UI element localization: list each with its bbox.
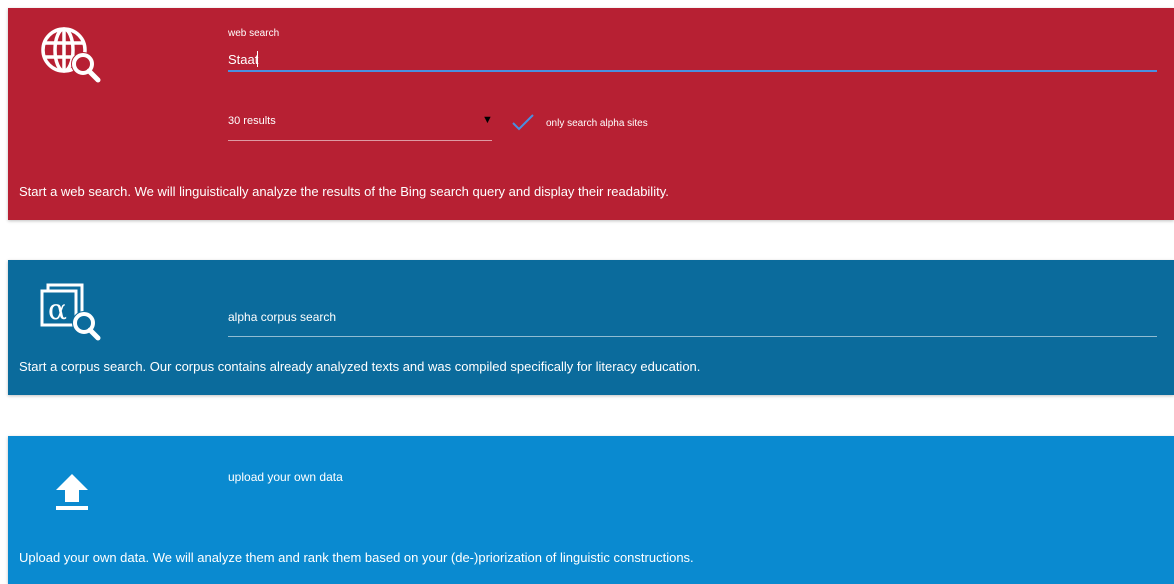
corpus-search-card: α alpha corpus search Start a corpus sea… — [8, 260, 1174, 395]
dropdown-arrow-icon: ▼ — [482, 114, 493, 126]
text-caret — [257, 51, 258, 67]
alpha-corpus-search-icon: α — [40, 283, 101, 341]
upload-own-data-button[interactable]: upload your own data — [228, 470, 343, 484]
results-count-select[interactable]: 30 results ▼ — [228, 111, 493, 141]
web-search-card: web search 30 results ▼ only search alph… — [8, 8, 1174, 220]
alpha-sites-checkbox[interactable] — [511, 112, 535, 132]
alpha-sites-label: only search alpha sites — [546, 118, 648, 129]
checkmark-icon — [512, 114, 534, 131]
corpus-search-description: Start a corpus search. Our corpus contai… — [19, 359, 701, 374]
web-search-input[interactable] — [228, 48, 1157, 72]
corpus-search-field[interactable]: alpha corpus search — [228, 305, 1157, 337]
corpus-search-label: alpha corpus search — [228, 310, 337, 324]
upload-description: Upload your own data. We will analyze th… — [19, 550, 694, 565]
web-search-description: Start a web search. We will linguistical… — [19, 184, 669, 199]
upload-card: upload your own data Upload your own dat… — [8, 436, 1174, 584]
svg-text:α: α — [48, 293, 67, 326]
upload-icon[interactable] — [54, 472, 90, 512]
results-count-value: 30 results — [228, 115, 276, 127]
globe-search-icon — [41, 27, 101, 83]
web-search-label: web search — [228, 28, 280, 39]
